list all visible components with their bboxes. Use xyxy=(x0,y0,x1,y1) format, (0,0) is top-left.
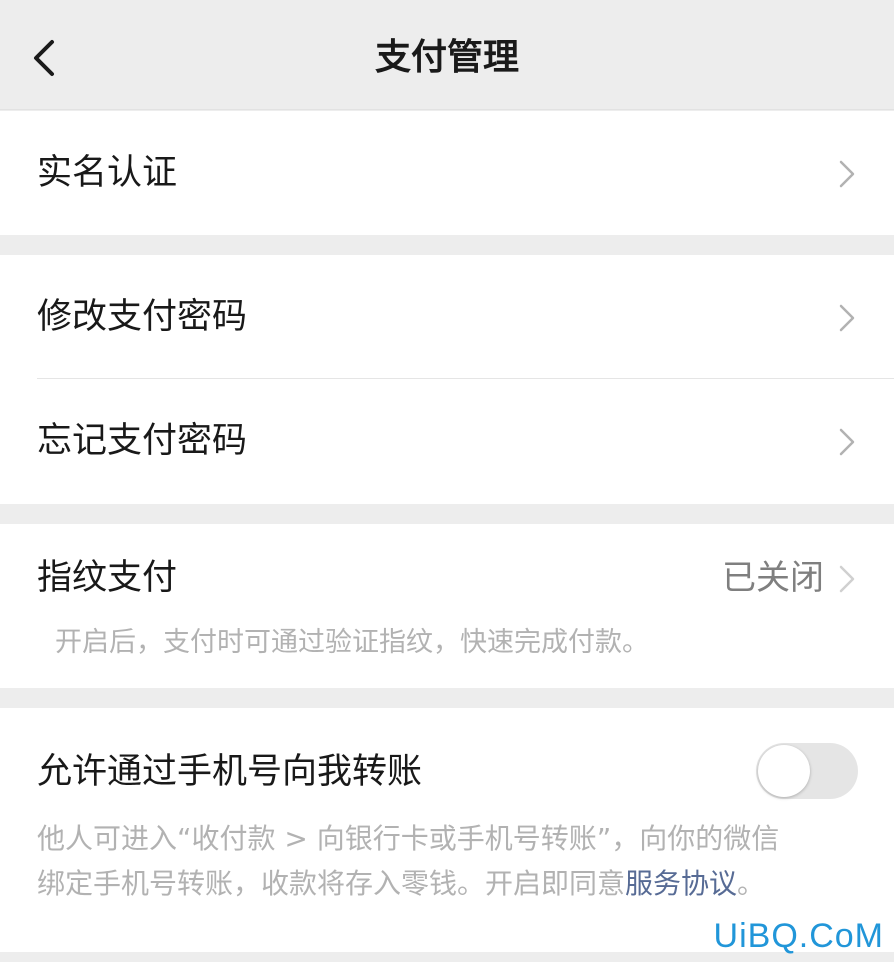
toggle-knob xyxy=(758,745,810,797)
fingerprint-label: 指纹支付 xyxy=(37,558,178,598)
fingerprint-status: 已关闭 xyxy=(722,558,824,598)
fingerprint-row[interactable]: 指纹支付 已关闭 xyxy=(0,524,894,634)
description-period: 。 xyxy=(737,867,766,900)
watermark-text: UiBQ.CoM xyxy=(713,917,884,955)
forgot-password-label: 忘记支付密码 xyxy=(37,421,248,461)
fingerprint-description: 开启后，支付时可通过验证指纹，快速完成付款。 xyxy=(55,627,649,658)
modify-password-row[interactable]: 修改支付密码 xyxy=(0,255,894,379)
password-group: 修改支付密码 忘记支付密码 xyxy=(0,255,894,504)
chevron-right-icon xyxy=(839,160,855,188)
phone-transfer-description-line2: 绑定手机号转账，收款将存入零钱。开启即同意服务协议。 xyxy=(37,861,867,906)
phone-transfer-toggle[interactable] xyxy=(756,743,858,799)
chevron-right-icon xyxy=(839,565,855,593)
chevron-right-icon xyxy=(839,304,855,332)
phone-transfer-description-text: 绑定手机号转账，收款将存入零钱。开启即同意 xyxy=(37,867,626,900)
phone-transfer-description-line1: 他人可进入“收付款 > 向银行卡或手机号转账”，向你的微信 xyxy=(37,822,780,855)
fingerprint-group: 指纹支付 已关闭 开启后，支付时可通过验证指纹，快速完成付款。 xyxy=(0,524,894,688)
modify-password-label: 修改支付密码 xyxy=(37,297,248,337)
forgot-password-row[interactable]: 忘记支付密码 xyxy=(0,379,894,504)
real-name-label: 实名认证 xyxy=(37,153,178,193)
navigation-bar: 支付管理 xyxy=(0,0,894,110)
chevron-right-icon xyxy=(839,428,855,456)
page-title: 支付管理 xyxy=(374,37,519,78)
real-name-row[interactable]: 实名认证 xyxy=(0,111,894,235)
real-name-group: 实名认证 xyxy=(0,111,894,235)
phone-transfer-description: 他人可进入“收付款 > 向银行卡或手机号转账”，向你的微信 绑定手机号转账，收款… xyxy=(37,816,867,906)
service-agreement-link[interactable]: 服务协议 xyxy=(625,867,737,900)
